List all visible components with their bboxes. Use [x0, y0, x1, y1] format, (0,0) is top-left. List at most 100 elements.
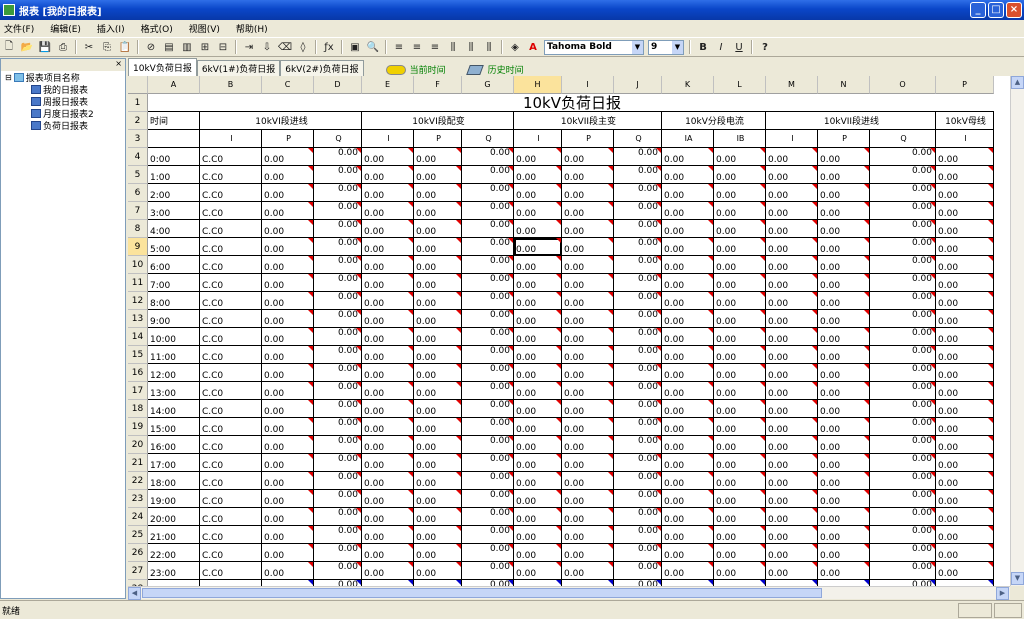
data-cell[interactable]: 0.00	[562, 544, 614, 562]
data-cell[interactable]: 0.00	[766, 328, 818, 346]
data-cell[interactable]: 0.00	[766, 436, 818, 454]
data-cell[interactable]: 0.00	[662, 310, 714, 328]
time-cell[interactable]: 2:00	[148, 184, 200, 202]
data-cell[interactable]: C.C0	[200, 310, 262, 328]
data-cell[interactable]: 0.00	[662, 184, 714, 202]
data-cell[interactable]: 0.00	[662, 292, 714, 310]
clear-icon[interactable]: ⌫	[277, 39, 293, 55]
data-cell[interactable]: 0.00	[262, 508, 314, 526]
data-cell[interactable]: 0.00	[870, 292, 936, 310]
data-cell[interactable]: 0.00	[662, 454, 714, 472]
data-cell[interactable]: 0.00	[514, 400, 562, 418]
data-cell[interactable]: C.C0	[200, 202, 262, 220]
data-cell[interactable]: C.C0	[200, 256, 262, 274]
data-cell[interactable]: 0.00	[262, 220, 314, 238]
data-cell[interactable]: 0.00	[818, 328, 870, 346]
data-cell[interactable]: 0.00	[514, 472, 562, 490]
time-cell[interactable]: 6:00	[148, 256, 200, 274]
data-cell[interactable]: 0.00	[818, 292, 870, 310]
time-cell[interactable]: 15:00	[148, 418, 200, 436]
open-folder-icon[interactable]: 📂	[19, 39, 35, 55]
time-cell[interactable]: 21:00	[148, 526, 200, 544]
data-cell[interactable]: 0.00	[562, 310, 614, 328]
data-cell[interactable]: 0.00	[514, 292, 562, 310]
data-cell[interactable]: 0.00	[766, 400, 818, 418]
data-cell[interactable]: 0.00	[766, 202, 818, 220]
data-cell[interactable]: 0.00	[714, 148, 766, 166]
column-header[interactable]: F	[414, 76, 462, 94]
data-cell[interactable]: 0.00	[314, 346, 362, 364]
data-cell[interactable]: C.C0	[200, 364, 262, 382]
row-header[interactable]: 21	[128, 454, 148, 472]
data-cell[interactable]: 0.00	[936, 310, 994, 328]
data-cell[interactable]: 0.00	[714, 382, 766, 400]
align-bottom-icon[interactable]: ⫼	[481, 39, 497, 55]
data-cell[interactable]: 0.00	[414, 526, 462, 544]
data-cell[interactable]: 0.00	[314, 400, 362, 418]
time-cell[interactable]: 22:00	[148, 544, 200, 562]
data-cell[interactable]: 0.00	[818, 382, 870, 400]
time-cell[interactable]: 0:00	[148, 148, 200, 166]
data-cell[interactable]: 0.00	[562, 382, 614, 400]
data-cell[interactable]: 0.00	[870, 310, 936, 328]
data-cell[interactable]: 0.00	[818, 238, 870, 256]
data-cell[interactable]: 0.00	[714, 508, 766, 526]
data-cell[interactable]: 0.00	[614, 166, 662, 184]
column-header[interactable]: I	[562, 76, 614, 94]
data-cell[interactable]: 0.00	[614, 310, 662, 328]
data-cell[interactable]: 0.00	[262, 310, 314, 328]
data-cell[interactable]: 0.00	[766, 310, 818, 328]
data-cell[interactable]: 0.00	[936, 166, 994, 184]
data-cell[interactable]: 0.00	[462, 526, 514, 544]
data-cell[interactable]: 0.00	[714, 544, 766, 562]
horizontal-scrollbar[interactable]: ◀ ▶	[128, 586, 1010, 600]
data-cell[interactable]: 0.00	[766, 454, 818, 472]
row-header[interactable]: 16	[128, 364, 148, 382]
data-cell[interactable]: 0.00	[514, 454, 562, 472]
data-cell[interactable]: 0.00	[662, 490, 714, 508]
row-header[interactable]: 7	[128, 202, 148, 220]
data-cell[interactable]: 0.00	[514, 148, 562, 166]
data-cell[interactable]: 0.00	[714, 562, 766, 580]
data-cell[interactable]: 0.00	[936, 202, 994, 220]
align-row-icon[interactable]: ⇥	[241, 39, 257, 55]
save-icon[interactable]: 💾	[37, 39, 53, 55]
data-cell[interactable]: 0.00	[414, 310, 462, 328]
data-cell[interactable]: 0.00	[766, 274, 818, 292]
data-cell[interactable]: 0.00	[614, 148, 662, 166]
data-cell[interactable]: 0.00	[414, 562, 462, 580]
data-cell[interactable]: 0.00	[514, 202, 562, 220]
data-cell[interactable]: 0.00	[936, 544, 994, 562]
data-cell[interactable]: 0.00	[714, 238, 766, 256]
data-cell[interactable]: 0.00	[562, 292, 614, 310]
data-cell[interactable]: 0.00	[362, 526, 414, 544]
data-cell[interactable]: 0.00	[414, 454, 462, 472]
data-cell[interactable]: 0.00	[362, 562, 414, 580]
data-cell[interactable]: 0.00	[936, 292, 994, 310]
column-header[interactable]: L	[714, 76, 766, 94]
data-cell[interactable]: 0.00	[614, 454, 662, 472]
data-cell[interactable]: 0.00	[766, 166, 818, 184]
data-cell[interactable]: 0.00	[462, 454, 514, 472]
data-cell[interactable]: 0.00	[870, 508, 936, 526]
time-cell[interactable]: 12:00	[148, 364, 200, 382]
data-cell[interactable]: 0.00	[818, 310, 870, 328]
data-cell[interactable]: 0.00	[462, 166, 514, 184]
data-cell[interactable]: 0.00	[870, 400, 936, 418]
data-cell[interactable]: 0.00	[562, 346, 614, 364]
data-cell[interactable]: 0.00	[414, 148, 462, 166]
split-icon[interactable]: ⊟	[215, 39, 231, 55]
data-cell[interactable]: 0.00	[766, 418, 818, 436]
data-cell[interactable]: 0.00	[362, 544, 414, 562]
data-cell[interactable]: 0.00	[514, 310, 562, 328]
time-cell[interactable]: 17:00	[148, 454, 200, 472]
time-cell[interactable]: 7:00	[148, 274, 200, 292]
data-cell[interactable]: 0.00	[936, 472, 994, 490]
data-cell[interactable]: 0.00	[362, 274, 414, 292]
data-cell[interactable]: 0.00	[514, 184, 562, 202]
data-cell[interactable]: C.C0	[200, 454, 262, 472]
align-left-icon[interactable]: ≡	[391, 39, 407, 55]
data-cell[interactable]: 0.00	[870, 184, 936, 202]
data-cell[interactable]: 0.00	[314, 148, 362, 166]
data-cell[interactable]: 0.00	[818, 220, 870, 238]
